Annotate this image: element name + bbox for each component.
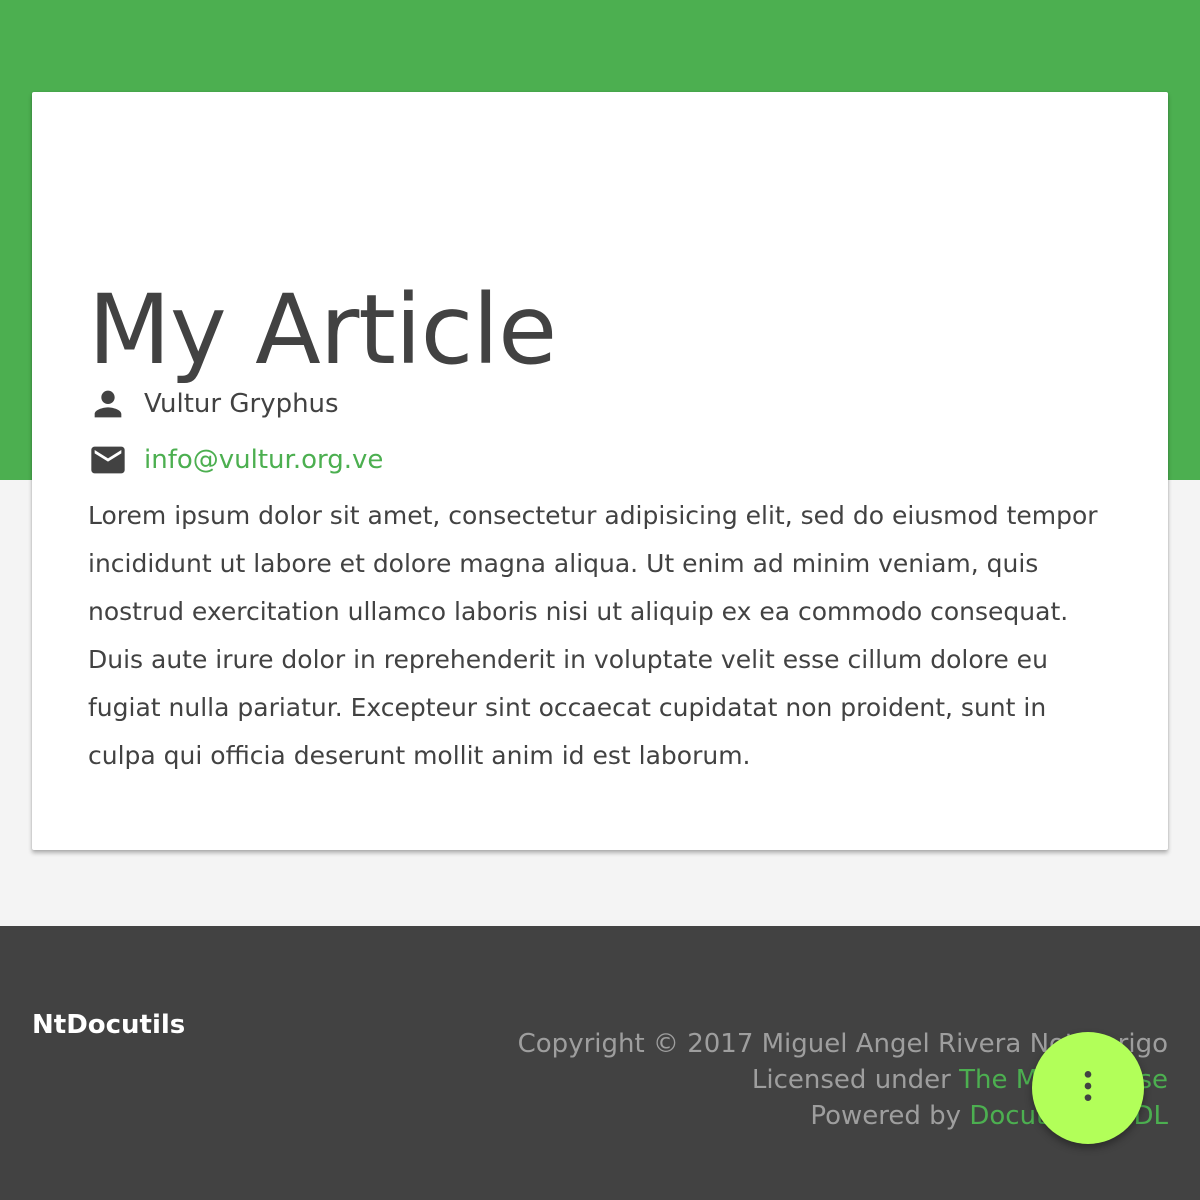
article-body: Lorem ipsum dolor sit amet, consectetur … (88, 501, 1098, 770)
license-prefix: Licensed under (751, 1065, 960, 1095)
email-link[interactable]: info@vultur.org.ve (144, 445, 383, 475)
page: My Article Vultur Gryphus info@vultur.or… (0, 0, 1200, 1200)
powered-prefix: Powered by (810, 1101, 970, 1131)
footer: NtDocutils Copyright © 2017 Miguel Angel… (0, 926, 1200, 1200)
article-card: My Article Vultur Gryphus info@vultur.or… (32, 92, 1168, 850)
email-row: info@vultur.org.ve (88, 440, 383, 480)
article-title: My Article (88, 274, 557, 386)
footer-brand: NtDocutils (32, 1010, 186, 1040)
more-options-button[interactable] (1032, 1032, 1144, 1144)
person-icon (88, 384, 128, 424)
mail-icon (88, 440, 128, 480)
more-vert-icon (1068, 1066, 1108, 1110)
author-name: Vultur Gryphus (144, 389, 339, 419)
author-row: Vultur Gryphus (88, 384, 339, 424)
